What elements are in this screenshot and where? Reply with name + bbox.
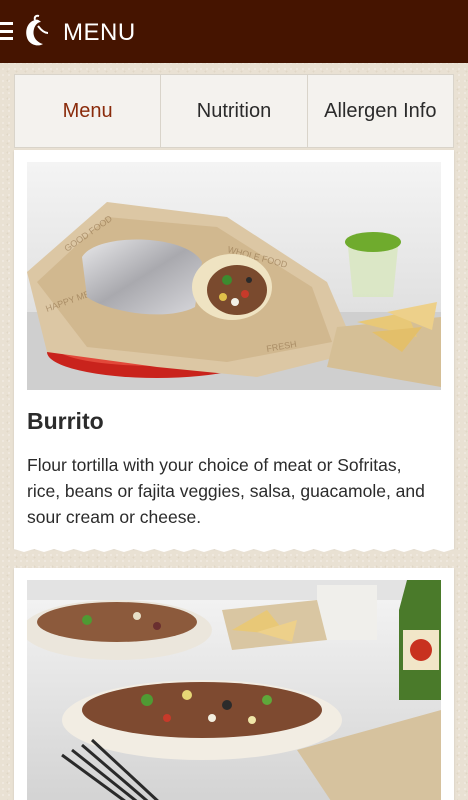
menu-item-card[interactable]: GOOD FOOD WHOLE FOOD HAPPY ME FRESH Burr… — [14, 150, 454, 552]
tab-bar: Menu Nutrition Allergen Info — [14, 74, 454, 148]
app-bar: MENU — [0, 0, 468, 63]
burrito-photo: GOOD FOOD WHOLE FOOD HAPPY ME FRESH — [27, 162, 441, 390]
menu-item-card[interactable] — [14, 568, 454, 800]
item-title: Burrito — [27, 408, 104, 434]
torn-edge — [14, 546, 454, 552]
hamburger-icon[interactable] — [0, 22, 13, 40]
burrito-bowl-photo — [27, 580, 441, 800]
tab-menu[interactable]: Menu — [15, 75, 162, 147]
tab-allergen-info[interactable]: Allergen Info — [308, 75, 453, 147]
chili-pepper-logo — [26, 14, 49, 46]
app-title: MENU — [63, 19, 136, 46]
tab-nutrition[interactable]: Nutrition — [161, 75, 308, 147]
item-description: Flour tortilla with your choice of meat … — [27, 455, 425, 527]
